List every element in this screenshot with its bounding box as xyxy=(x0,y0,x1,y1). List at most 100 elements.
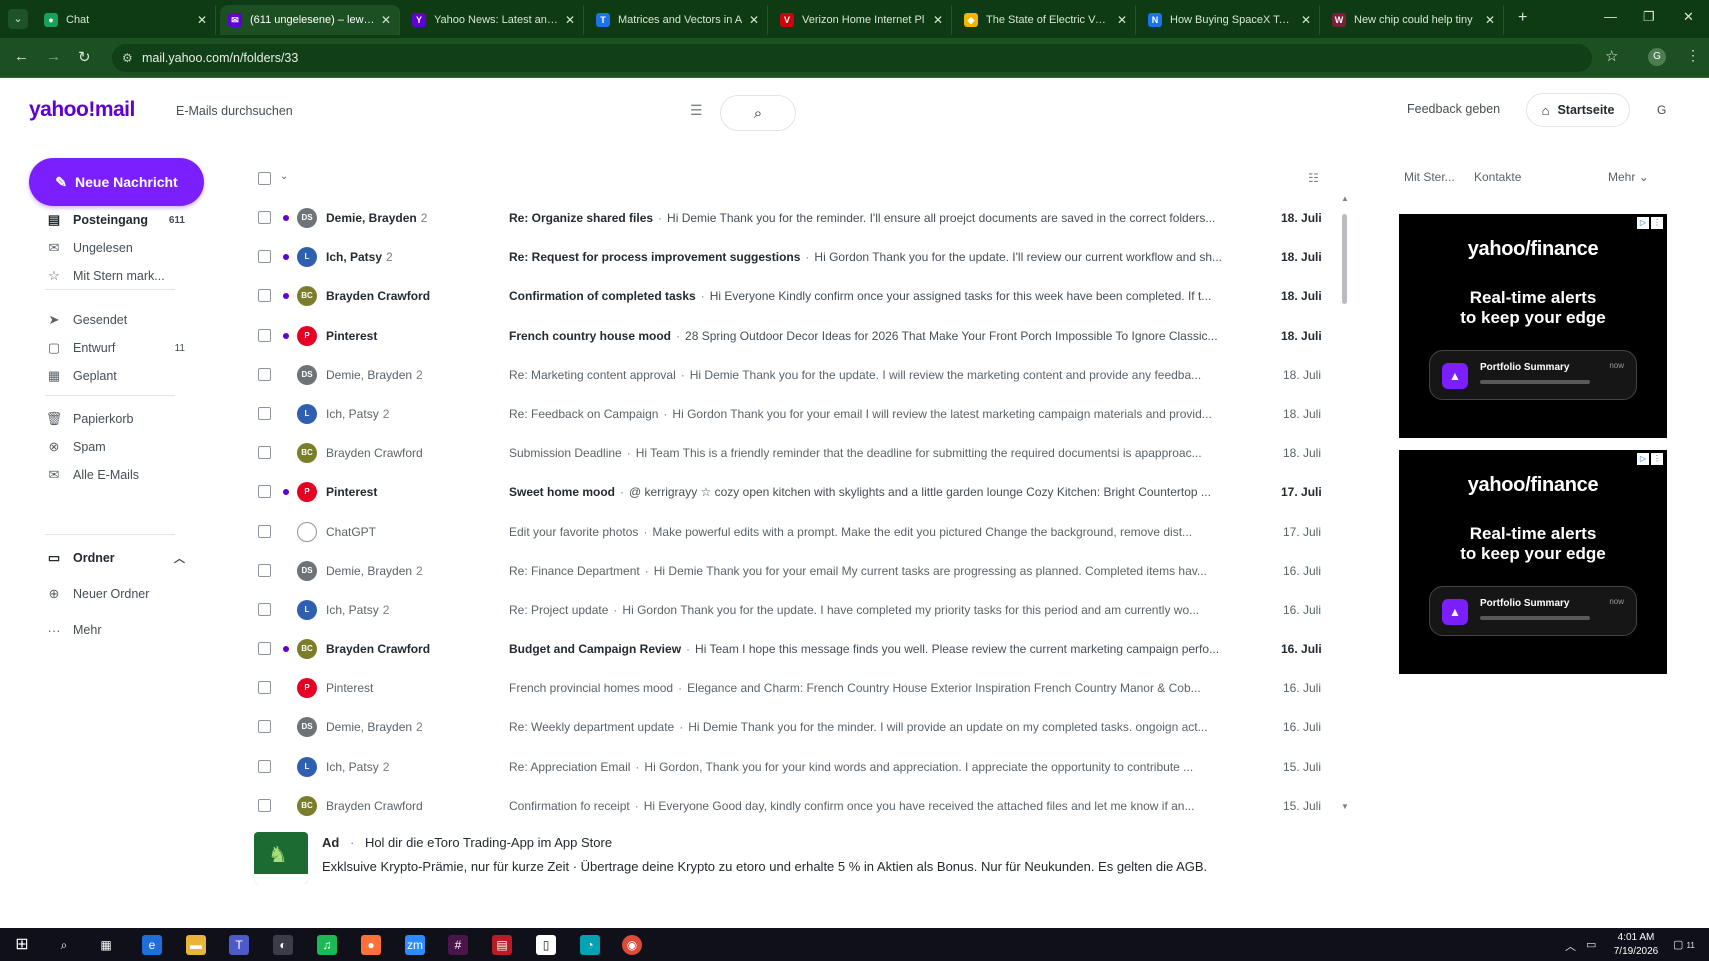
sidebar-item[interactable]: ⊗ Spam xyxy=(45,435,185,459)
browser-tab[interactable]: ◆ The State of Electric Vehic ✕ xyxy=(956,5,1136,35)
email-row[interactable]: DS Demie, Brayden 2 Re: Organize shared fil… xyxy=(250,198,1330,237)
email-checkbox[interactable] xyxy=(258,485,271,499)
bookmark-star-icon[interactable]: ☆ xyxy=(1605,47,1618,65)
chevron-up-icon[interactable]: ︿ xyxy=(174,550,185,566)
list-settings-icon[interactable]: ☷ xyxy=(1308,171,1319,185)
email-row[interactable]: L Ich, Patsy 2 Re: Request for process impr… xyxy=(250,237,1330,276)
unread-dot-icon[interactable] xyxy=(283,646,289,653)
browser-tab[interactable]: V Verizon Home Internet Pl ✕ xyxy=(772,5,952,35)
new-tab-plus-icon[interactable]: + xyxy=(1518,9,1527,27)
tab-close-icon[interactable]: ✕ xyxy=(381,13,391,27)
email-checkbox[interactable] xyxy=(258,289,271,303)
task-view-icon[interactable]: ▦ xyxy=(96,935,116,955)
email-checkbox[interactable] xyxy=(258,446,271,460)
email-row[interactable]: BC Brayden Crawford Confirmation of comple… xyxy=(250,276,1330,315)
email-checkbox[interactable] xyxy=(258,720,271,734)
url-field[interactable]: ⚙ mail.yahoo.com/n/folders/33 xyxy=(112,44,1592,72)
edge-browser-icon[interactable]: e xyxy=(142,935,162,955)
firefox-icon[interactable]: ● xyxy=(361,935,381,955)
notepad-icon[interactable]: ▯ xyxy=(536,935,556,955)
tab-close-icon[interactable]: ✕ xyxy=(1301,13,1311,27)
chrome-icon[interactable]: ◉ xyxy=(622,935,642,955)
email-checkbox[interactable] xyxy=(258,798,271,812)
notification-icon[interactable]: ▢ 11 xyxy=(1673,938,1695,951)
mail-list-scrollbar[interactable]: ▲ ▼ xyxy=(1341,194,1349,812)
sidebar-item[interactable]: 🗑 Papierkorb xyxy=(45,407,185,431)
yahoo-finance-ad[interactable]: ▷ ⋮ yahoo/finance Real-time alerts to keep y… xyxy=(1399,450,1667,674)
email-checkbox[interactable] xyxy=(258,602,271,616)
search-filter-icon[interactable]: ☰ xyxy=(690,102,703,119)
sidebar-item[interactable]: ➤ Gesendet xyxy=(45,308,185,332)
email-checkbox[interactable] xyxy=(258,328,271,342)
email-checkbox[interactable] xyxy=(258,563,271,577)
tab-starred[interactable]: Mit Ster... xyxy=(1404,170,1455,184)
spotify-icon[interactable]: ♫ xyxy=(317,935,337,955)
email-checkbox[interactable] xyxy=(258,642,271,656)
sidebar-more-button[interactable]: ··· Mehr xyxy=(45,618,185,642)
unread-dot-icon[interactable] xyxy=(283,254,289,261)
tab-close-icon[interactable]: ✕ xyxy=(933,13,943,27)
browser-tab[interactable]: Y Yahoo News: Latest and B ✕ xyxy=(404,5,584,35)
compose-button[interactable]: ✎ Neue Nachricht xyxy=(29,158,204,206)
sidebar-item[interactable]: ☆ Mit Stern mark... xyxy=(45,264,185,288)
sidebar-item[interactable]: ▤ Posteingang 611 xyxy=(45,208,185,232)
tab-close-icon[interactable]: ✕ xyxy=(749,13,759,27)
select-all-checkbox[interactable] xyxy=(258,172,271,185)
user-avatar[interactable]: G xyxy=(1657,103,1666,117)
tab-close-icon[interactable]: ✕ xyxy=(1485,13,1495,27)
tab-close-icon[interactable]: ✕ xyxy=(565,13,575,27)
email-checkbox[interactable] xyxy=(258,250,271,264)
sidebar-item[interactable]: ▢ Entwurf 11 xyxy=(45,336,185,360)
browser-tab[interactable]: ✉ (611 ungelesene) – lewisg ✕ xyxy=(220,5,400,35)
email-row[interactable]: P Pinterest French country house mood · 28 S… xyxy=(250,316,1330,355)
sidebar-item[interactable]: ✉ Ungelesen xyxy=(45,236,185,260)
email-row[interactable]: DS Demie, Brayden 2 Re: Finance Department ·… xyxy=(250,551,1330,590)
system-clock[interactable]: 4:01 AM 7/19/2026 xyxy=(1606,931,1666,959)
network-icon[interactable]: ▭ xyxy=(1586,938,1596,951)
search-input[interactable]: E-Mails durchsuchen xyxy=(176,104,293,118)
office-app-icon[interactable]: ▤ xyxy=(492,935,512,955)
email-checkbox[interactable] xyxy=(258,211,271,224)
browser-tab[interactable]: W New chip could help tiny ✕ xyxy=(1324,5,1504,35)
close-window-icon[interactable]: ✕ xyxy=(1683,9,1694,25)
app-icon[interactable]: ◐ xyxy=(273,935,293,955)
search-icon[interactable]: ⌕ xyxy=(54,935,74,955)
email-row[interactable]: DS Demie, Brayden 2 Re: Marketing content a… xyxy=(250,355,1330,394)
email-row[interactable]: BC Brayden Crawford Budget and Campaign Re… xyxy=(250,629,1330,668)
unread-dot-icon[interactable] xyxy=(283,215,289,221)
site-info-icon[interactable]: ⚙ xyxy=(122,44,133,72)
tray-chevron-up-icon[interactable]: ︿ xyxy=(1565,938,1576,954)
ad-title[interactable]: Hol dir die eToro Trading-App im App Sto… xyxy=(365,835,612,850)
email-checkbox[interactable] xyxy=(258,759,271,773)
feedback-link[interactable]: Feedback geben xyxy=(1407,102,1500,116)
windows-start-icon[interactable]: ⊞ xyxy=(12,935,32,955)
email-row[interactable]: L Ich, Patsy 2 Re: Project update · Hi Gordon… xyxy=(250,590,1330,629)
slack-icon[interactable]: # xyxy=(448,935,468,955)
cursor-app-icon[interactable]: ◔ xyxy=(580,935,600,955)
zoom-icon[interactable]: zm xyxy=(405,935,425,955)
file-explorer-icon[interactable]: ▬ xyxy=(186,935,206,955)
restore-window-icon[interactable]: ❐ xyxy=(1643,9,1655,25)
inline-ad[interactable]: ♞ Ad · Hol dir die eToro Trading-App im … xyxy=(254,832,1334,888)
scroll-down-icon[interactable]: ▼ xyxy=(1341,802,1349,811)
right-panel-more-button[interactable]: Mehr ⌄ xyxy=(1608,170,1649,184)
email-checkbox[interactable] xyxy=(258,406,271,420)
minimize-icon[interactable]: — xyxy=(1604,9,1617,24)
folders-header[interactable]: ▭ Ordner ︿ xyxy=(45,546,185,570)
tab-contacts[interactable]: Kontakte xyxy=(1474,170,1521,184)
adchoices-icon[interactable]: ▷ ⋮ xyxy=(1637,217,1663,229)
scroll-up-icon[interactable]: ▲ xyxy=(1341,194,1349,203)
unread-dot-icon[interactable] xyxy=(283,332,289,339)
tab-close-icon[interactable]: ✕ xyxy=(197,13,207,27)
tab-search-chevron-down-icon[interactable]: ⌄ xyxy=(8,9,28,29)
email-row[interactable]: ⊛ ChatGPT Edit your favorite photos · Make p… xyxy=(250,512,1330,551)
browser-tab[interactable]: N How Buying SpaceX Toda ✕ xyxy=(1140,5,1320,35)
unread-dot-icon[interactable] xyxy=(283,293,289,300)
yahoo-finance-ad[interactable]: ▷ ⋮ yahoo/finance Real-time alerts to keep y… xyxy=(1399,214,1667,438)
select-chevron-down-icon[interactable]: ⌄ xyxy=(280,171,288,182)
reload-icon[interactable]: ↻ xyxy=(78,48,91,66)
email-row[interactable]: L Ich, Patsy 2 Re: Feedback on Campaign · Hi … xyxy=(250,394,1330,433)
email-row[interactable]: BC Brayden Crawford Confirmation fo receip… xyxy=(250,786,1330,825)
yahoo-mail-logo[interactable]: yahoo!mail xyxy=(29,98,135,122)
sidebar-item[interactable]: ✉ Alle E-Mails xyxy=(45,463,185,487)
